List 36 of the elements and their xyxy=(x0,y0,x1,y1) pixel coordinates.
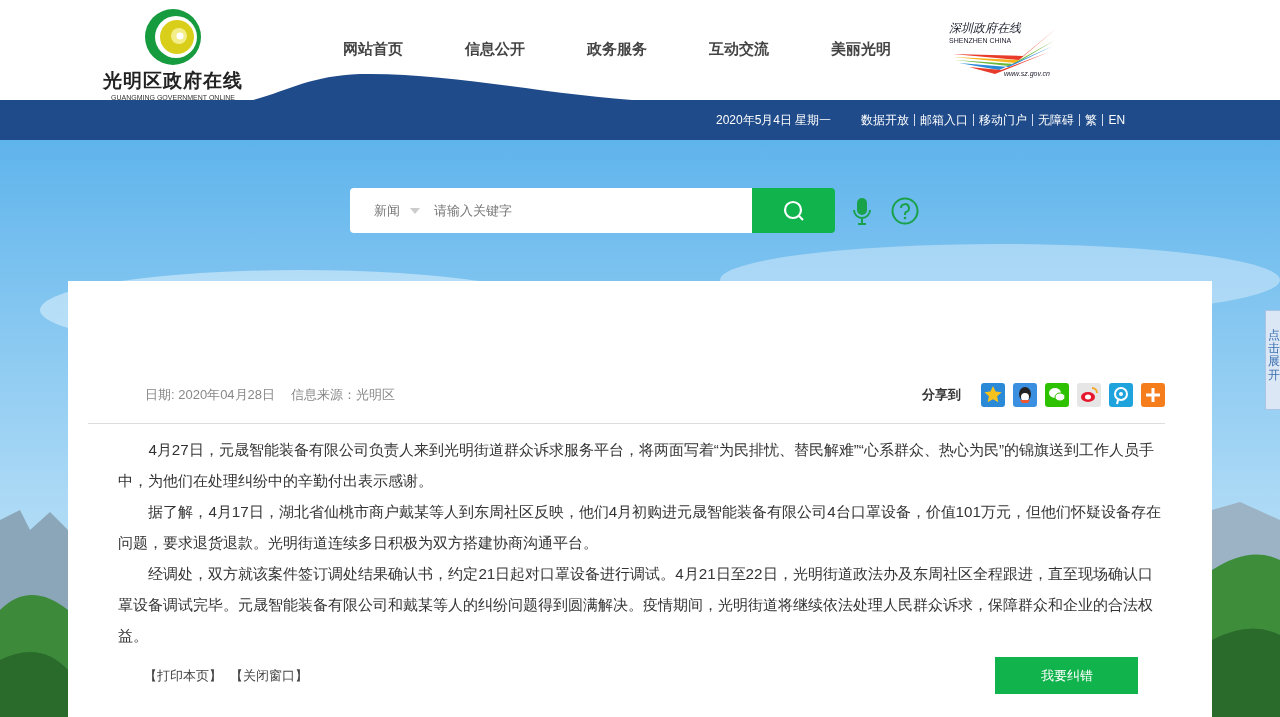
caret-icon xyxy=(410,207,420,214)
target-icon[interactable] xyxy=(1109,383,1133,407)
article-date: 日期: 2020年04月28日 xyxy=(145,386,276,404)
plus-icon[interactable] xyxy=(1141,383,1165,407)
article-paragraph: 据了解，4月17日，湖北省仙桃市商户戴某等人到东周社区反映，他们4月初购进元晟智能装备有限公司4台口罩设备，价值101万元，但他们怀疑设备存在问题，要求退货退款。光明街道连续多日积极为双方搭建协商沟通平台。 xyxy=(118,502,1162,553)
article-source: 信息来源：光明区 xyxy=(291,386,396,404)
penguin-icon[interactable] xyxy=(1013,383,1037,407)
search-button[interactable] xyxy=(752,188,835,233)
share-label: 分享到 xyxy=(922,386,961,404)
top-link[interactable]: 数据开放 xyxy=(861,111,910,129)
nav-link[interactable]: 信息公开 xyxy=(465,40,525,59)
category-dropdown[interactable]: 新闻 xyxy=(350,201,420,220)
top-link[interactable]: 无障碍 xyxy=(1038,111,1075,129)
partner-logo-title: 深圳政府在线 xyxy=(949,20,1021,37)
search-field[interactable]: 新闻 请输入关键字 xyxy=(350,188,752,233)
top-link[interactable]: EN xyxy=(1108,113,1126,127)
nav-link[interactable]: 政务服务 xyxy=(587,40,647,59)
current-date: 2020年5月4日 星期一 xyxy=(716,111,832,129)
nav-link[interactable]: 美丽光明 xyxy=(831,40,891,59)
nav-link[interactable]: 互动交流 xyxy=(709,40,769,59)
nav-link[interactable]: 网站首页 xyxy=(343,40,403,59)
eye-icon[interactable] xyxy=(1077,383,1101,407)
top-link[interactable]: 移动门户 xyxy=(979,111,1028,129)
logo-icon xyxy=(144,8,202,66)
help-icon[interactable] xyxy=(891,196,919,225)
top-link[interactable]: 邮箱入口 xyxy=(920,111,969,129)
action-link[interactable]: 【关闭窗口】 xyxy=(230,666,308,685)
logo-title: 光明区政府在线 xyxy=(103,69,243,93)
top-link[interactable]: 繁 xyxy=(1085,111,1098,129)
article-paragraph: 4月27日，元晟智能装备有限公司负责人来到光明街道群众诉求服务平台，将两面写着“为民排忧、替民解难”“心系群众、热心为民”的锦旗送到工作人员手中，为他们在处理纠纷中的辛勤付出表示感谢。 xyxy=(118,440,1155,491)
microphone-icon[interactable] xyxy=(851,196,873,225)
action-link[interactable]: 【打印本页】 xyxy=(144,666,222,685)
article-paragraph: 经调处，双方就该案件签订调处结果确认书，约定21日起对口罩设备进行调试。4月21日至22日，光明街道政法办及东周社区全程跟进，直至现场确认口罩设备调试完毕。元晟智能装备有限公司和戴某等人的纠纷问题得到圆满解决。疫情期间，光明街道将继续依法处理人民群众诉求，保障群众和企业的合法权益。 xyxy=(118,564,1154,646)
side-tab[interactable]: 点击展开 xyxy=(1265,310,1280,410)
chat-bubbles-icon[interactable] xyxy=(1045,383,1069,407)
search-icon xyxy=(781,198,806,223)
